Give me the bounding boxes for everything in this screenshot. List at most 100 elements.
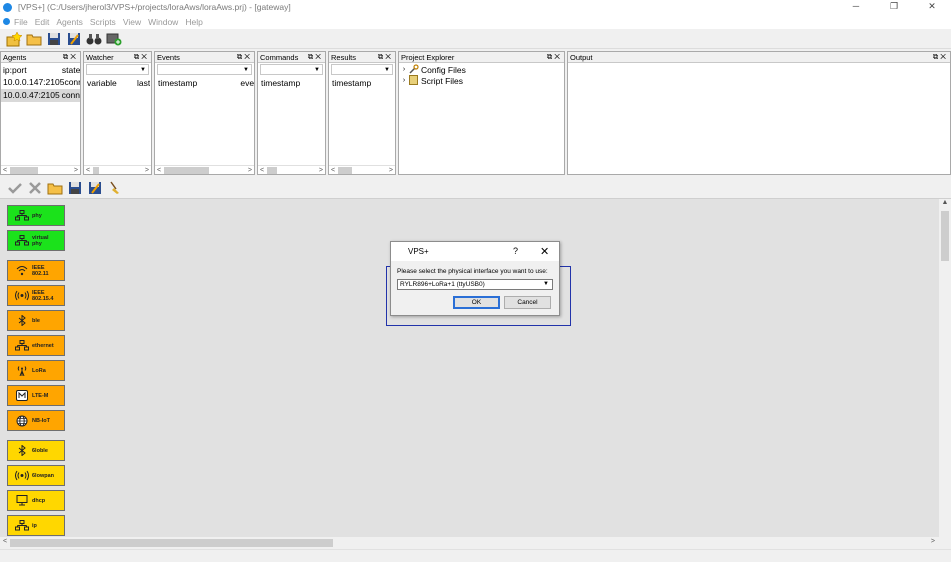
commands-col-timestamp[interactable]: timestamp — [258, 78, 300, 88]
node-ieee-802-15-4[interactable]: IEEE 802.15.4 — [7, 285, 65, 306]
open-folder-icon[interactable] — [24, 31, 43, 48]
node-label: LTE-M — [32, 392, 49, 399]
menu-agents[interactable]: Agents — [56, 17, 82, 27]
events-filter-dropdown[interactable]: ▼ — [157, 64, 252, 75]
agent-state: conn — [64, 77, 80, 87]
agents-hscroll[interactable]: < > — [1, 165, 80, 174]
agents-panel-controls[interactable]: ⧉✕ — [63, 52, 78, 62]
node-ip[interactable]: ip — [7, 515, 65, 536]
check-icon[interactable] — [5, 179, 24, 196]
help-button[interactable]: ? — [513, 246, 518, 256]
open-folder-icon[interactable] — [45, 179, 64, 196]
agents-col-ip[interactable]: ip:port — [1, 65, 62, 75]
restore-button[interactable]: ❐ — [875, 0, 913, 14]
events-col-event[interactable]: eve — [237, 78, 254, 88]
project-explorer-panel: Project Explorer ⧉✕ › Config Files › Scr… — [398, 51, 565, 175]
commands-panel-title: Commands — [260, 52, 299, 62]
commands-filter-dropdown[interactable]: ▼ — [260, 64, 323, 75]
node-label: virtual phy — [32, 234, 49, 247]
close-button[interactable]: ✕ — [913, 0, 951, 14]
save-icon[interactable] — [44, 31, 63, 48]
network-icon — [14, 210, 29, 222]
radio-wave-icon — [14, 470, 29, 482]
node-label: LoRa — [32, 367, 46, 374]
menu-help[interactable]: Help — [185, 17, 202, 27]
node-ble[interactable]: ble — [7, 310, 65, 331]
bluetooth-icon — [14, 315, 29, 327]
results-filter-dropdown[interactable]: ▼ — [331, 64, 393, 75]
node-label: 6lowpan — [32, 472, 55, 479]
save-icon[interactable] — [65, 179, 84, 196]
cancel-x-icon[interactable] — [25, 179, 44, 196]
node-ethernet[interactable]: ethernet — [7, 335, 65, 356]
node-label: ble — [32, 317, 40, 324]
menu-view[interactable]: View — [123, 17, 141, 27]
app-icon — [3, 2, 12, 12]
ok-button[interactable]: OK — [453, 296, 500, 309]
add-agent-icon[interactable] — [104, 31, 123, 48]
chevron-right-icon[interactable]: › — [399, 66, 409, 73]
menu-file[interactable]: File — [14, 17, 28, 27]
watcher-col-last[interactable]: last — [134, 78, 150, 88]
chevron-down-icon: ▼ — [543, 281, 549, 287]
agents-panel-header: Agents ⧉✕ — [1, 52, 80, 63]
interface-select[interactable]: RYLR896+LoRa+1 (ttyUSB0) ▼ — [397, 279, 553, 290]
node-dhcp[interactable]: dhcp — [7, 490, 65, 511]
canvas-hscroll[interactable]: < > — [0, 537, 951, 549]
watcher-panel-controls[interactable]: ⧉✕ — [134, 52, 149, 62]
cancel-button[interactable]: Cancel — [504, 296, 551, 309]
commands-panel-controls[interactable]: ⧉✕ — [308, 52, 323, 62]
node-nb-iot[interactable]: NB-IoT — [7, 410, 65, 431]
chevron-right-icon[interactable]: › — [399, 77, 409, 84]
events-panel-controls[interactable]: ⧉✕ — [237, 52, 252, 62]
node-label: ip — [32, 522, 37, 529]
agent-row[interactable]: 10.0.0.147:2105 conn — [1, 76, 80, 89]
commands-hscroll[interactable]: < > — [258, 165, 325, 174]
watcher-col-variable[interactable]: variable — [84, 78, 134, 88]
tree-item-label: Script Files — [421, 75, 464, 86]
watcher-filter-dropdown[interactable]: ▼ — [86, 64, 149, 75]
agent-ip: 10.0.0.147:2105 — [3, 77, 65, 87]
node-ieee-802-11[interactable]: IEEE 802.11 — [7, 260, 65, 281]
events-col-timestamp[interactable]: timestamp — [155, 78, 237, 88]
canvas-vscroll[interactable]: ▲ — [939, 199, 951, 539]
node-lora[interactable]: LoRa — [7, 360, 65, 381]
menu-window[interactable]: Window — [148, 17, 178, 27]
save-as-icon[interactable] — [85, 179, 104, 196]
dialog-body: Please select the physical interface you… — [391, 261, 559, 297]
results-hscroll[interactable]: < > — [329, 165, 395, 174]
node-lte-m[interactable]: LTE-M — [7, 385, 65, 406]
results-col-timestamp[interactable]: timestamp — [329, 78, 371, 88]
title-bar: [VPS+] (C:/Users/jherol3/VPS+/projects/l… — [0, 0, 951, 14]
interface-select-dialog: VPS+ ? ✕ Please select the physical inte… — [390, 241, 560, 316]
agent-row[interactable]: 10.0.0.47:2105 conn — [1, 89, 80, 102]
minimize-button[interactable]: ─ — [837, 0, 875, 14]
script-file-icon — [409, 74, 421, 87]
results-panel-controls[interactable]: ⧉✕ — [378, 52, 393, 62]
menu-edit[interactable]: Edit — [35, 17, 50, 27]
dialog-close-button[interactable]: ✕ — [540, 245, 549, 258]
tree-item-config-files[interactable]: › Config Files — [399, 63, 564, 75]
project-explorer-header: Project Explorer ⧉✕ — [399, 52, 564, 63]
node-phy[interactable]: phy — [7, 205, 65, 226]
new-project-icon[interactable] — [4, 31, 23, 48]
project-explorer-controls[interactable]: ⧉✕ — [547, 52, 562, 62]
menu-scripts[interactable]: Scripts — [90, 17, 116, 27]
app-menu-icon[interactable] — [3, 18, 10, 25]
events-hscroll[interactable]: < > — [155, 165, 254, 174]
agents-panel: Agents ⧉✕ ip:port state 10.0.0.147:2105 … — [0, 51, 81, 175]
watcher-hscroll[interactable]: < > — [84, 165, 151, 174]
broom-icon[interactable] — [105, 179, 124, 196]
node-6loble[interactable]: 6loble — [7, 440, 65, 461]
interface-select-value: RYLR896+LoRa+1 (ttyUSB0) — [400, 281, 485, 288]
node-6lowpan[interactable]: 6lowpan — [7, 465, 65, 486]
dialog-prompt: Please select the physical interface you… — [397, 268, 548, 275]
save-as-icon[interactable] — [64, 31, 83, 48]
binoculars-icon[interactable] — [84, 31, 103, 48]
output-panel-controls[interactable]: ⧉✕ — [933, 52, 948, 62]
project-explorer-title: Project Explorer — [401, 52, 455, 62]
tree-item-script-files[interactable]: › Script Files — [399, 74, 564, 87]
node-virtual-phy[interactable]: virtual phy — [7, 230, 65, 251]
antenna-icon — [14, 365, 29, 377]
agents-col-state[interactable]: state — [62, 65, 80, 75]
